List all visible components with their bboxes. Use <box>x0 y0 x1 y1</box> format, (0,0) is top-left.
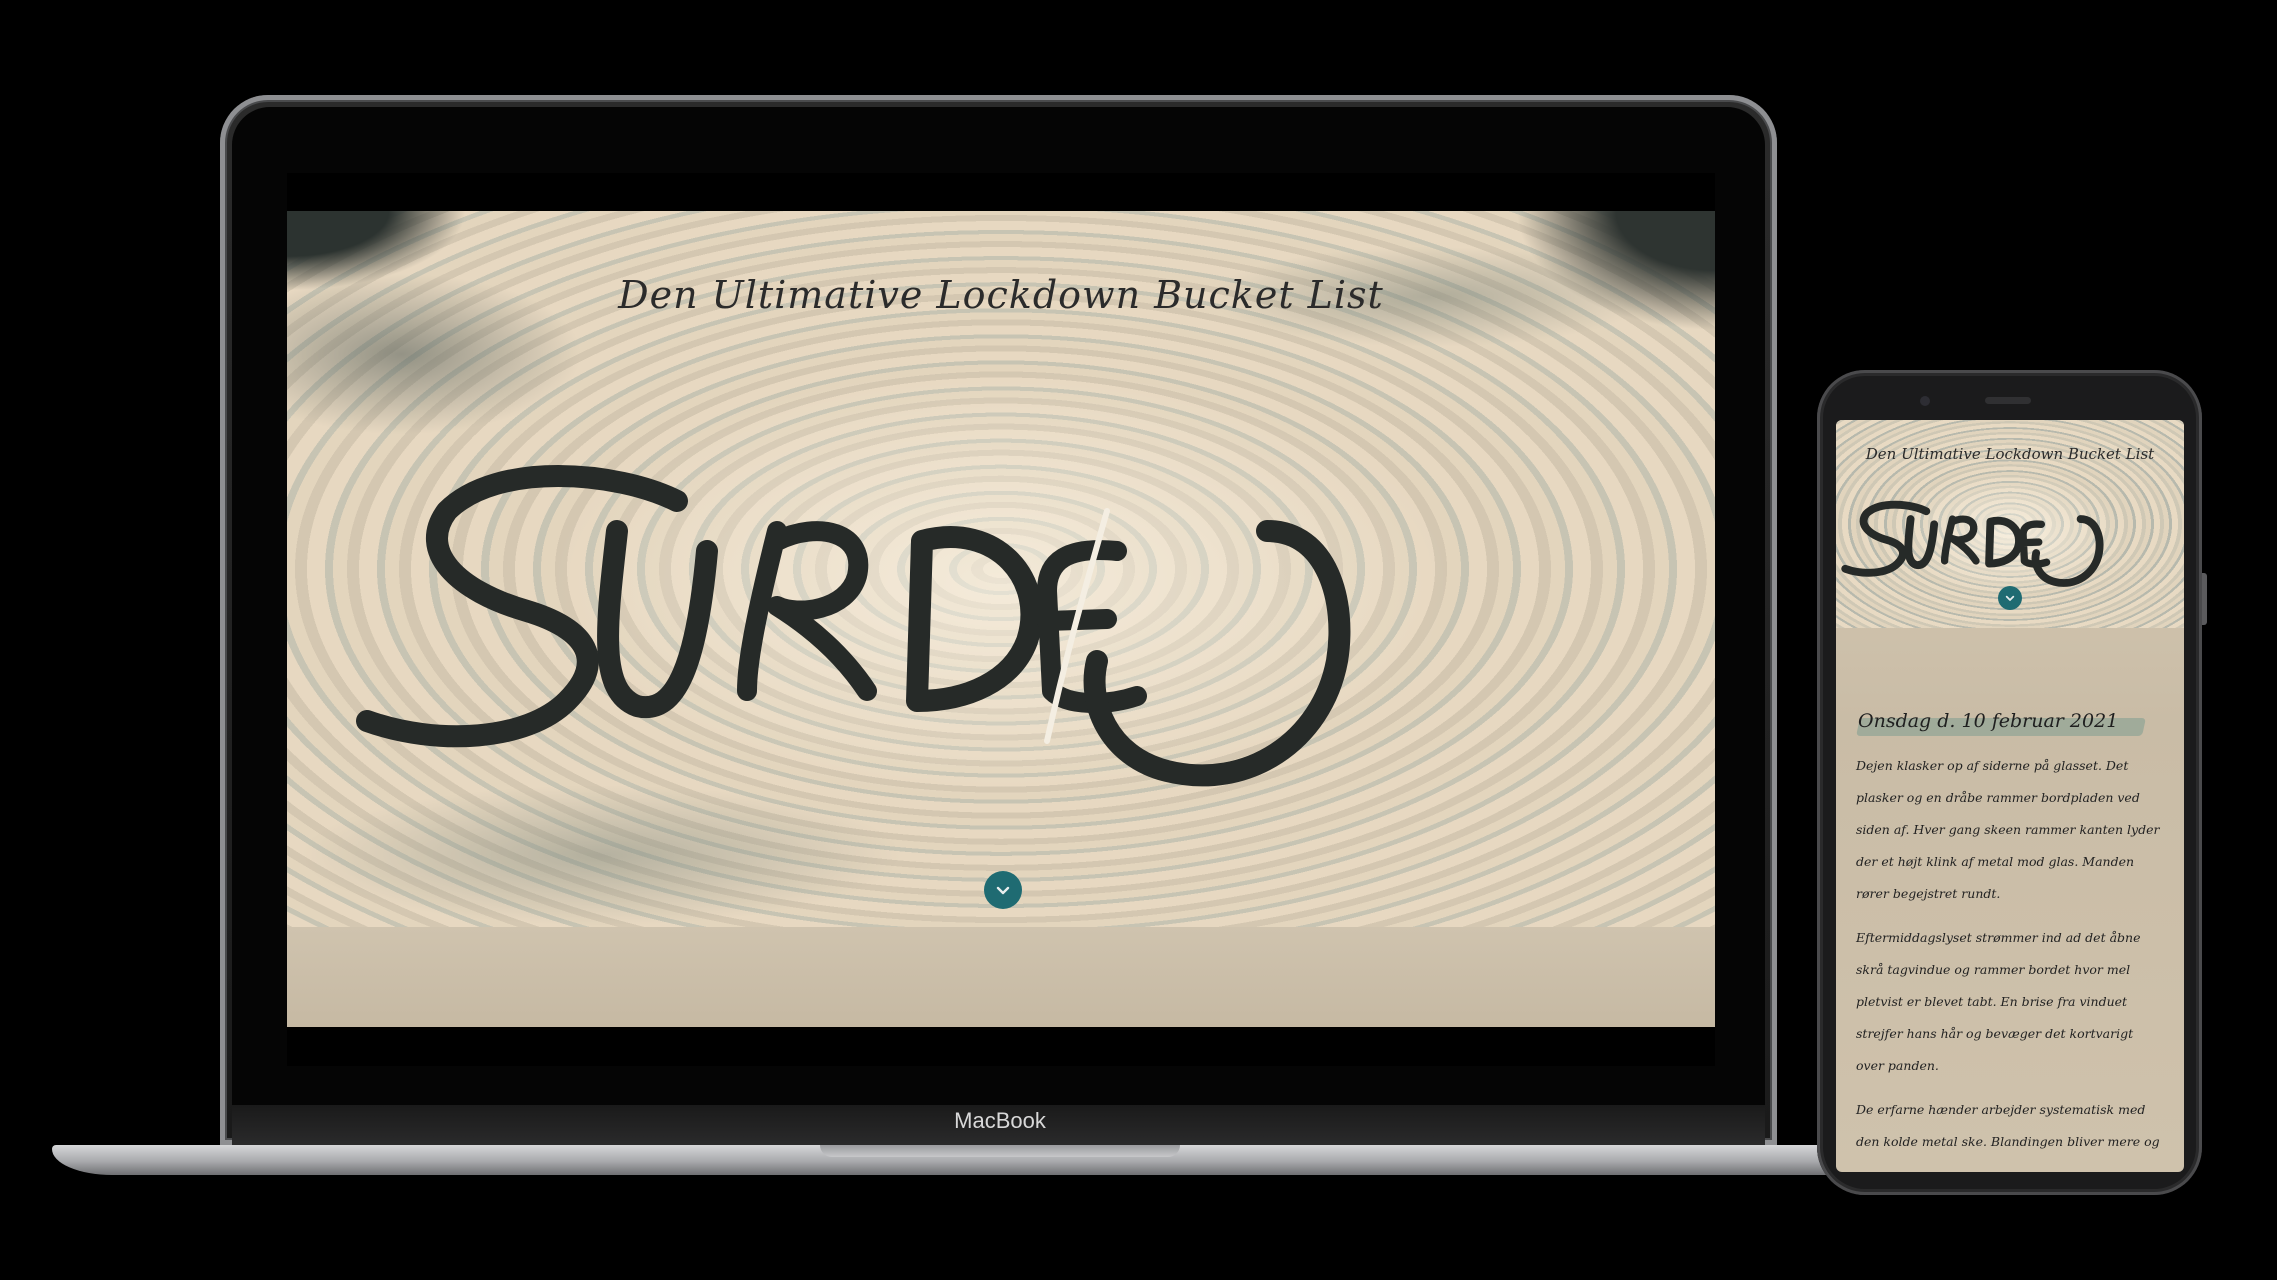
entry-paragraph: Dejen klasker op af siderne på glasset. … <box>1856 758 2160 901</box>
phone-page-title: Den Ultimative Lockdown Bucket List <box>1865 445 2155 463</box>
entry-date-heading: Onsdag d. 10 februar 2021 <box>1854 710 2166 736</box>
page-title: Den Ultimative Lockdown Bucket List <box>618 273 1384 317</box>
chevron-down-icon <box>996 886 1010 895</box>
entry-paragraph: De erfarne hænder arbejder systematisk m… <box>1856 1102 2160 1149</box>
phone-side-button <box>2202 573 2207 625</box>
entry-date: Onsdag d. 10 februar 2021 <box>1858 710 2119 732</box>
phone-camera <box>1920 396 1930 406</box>
content-section <box>287 927 1715 1027</box>
phone-screen: Den Ultimative Lockdown Bucket List Onsd… <box>1836 420 2184 1172</box>
laptop-thumb-notch <box>820 1145 1180 1157</box>
phone-speaker <box>1985 397 2031 404</box>
chevron-down-icon <box>2005 595 2015 601</box>
phone-hero-section: Den Ultimative Lockdown Bucket List <box>1836 420 2184 628</box>
entry-paragraph: Eftermiddagslyset strømmer ind ad det åb… <box>1856 930 2141 1073</box>
hero-section: Den Ultimative Lockdown Bucket List <box>287 211 1715 927</box>
entry-body: Dejen klasker op af siderne på glasset. … <box>1856 750 2162 1170</box>
macbook-label: MacBook <box>954 1108 1046 1133</box>
scroll-down-button[interactable] <box>984 871 1022 909</box>
hero-flour-lettering <box>356 465 1351 787</box>
laptop-screen: Den Ultimative Lockdown Bucket List <box>287 173 1715 1066</box>
phone-scroll-down-button[interactable] <box>1998 586 2022 610</box>
